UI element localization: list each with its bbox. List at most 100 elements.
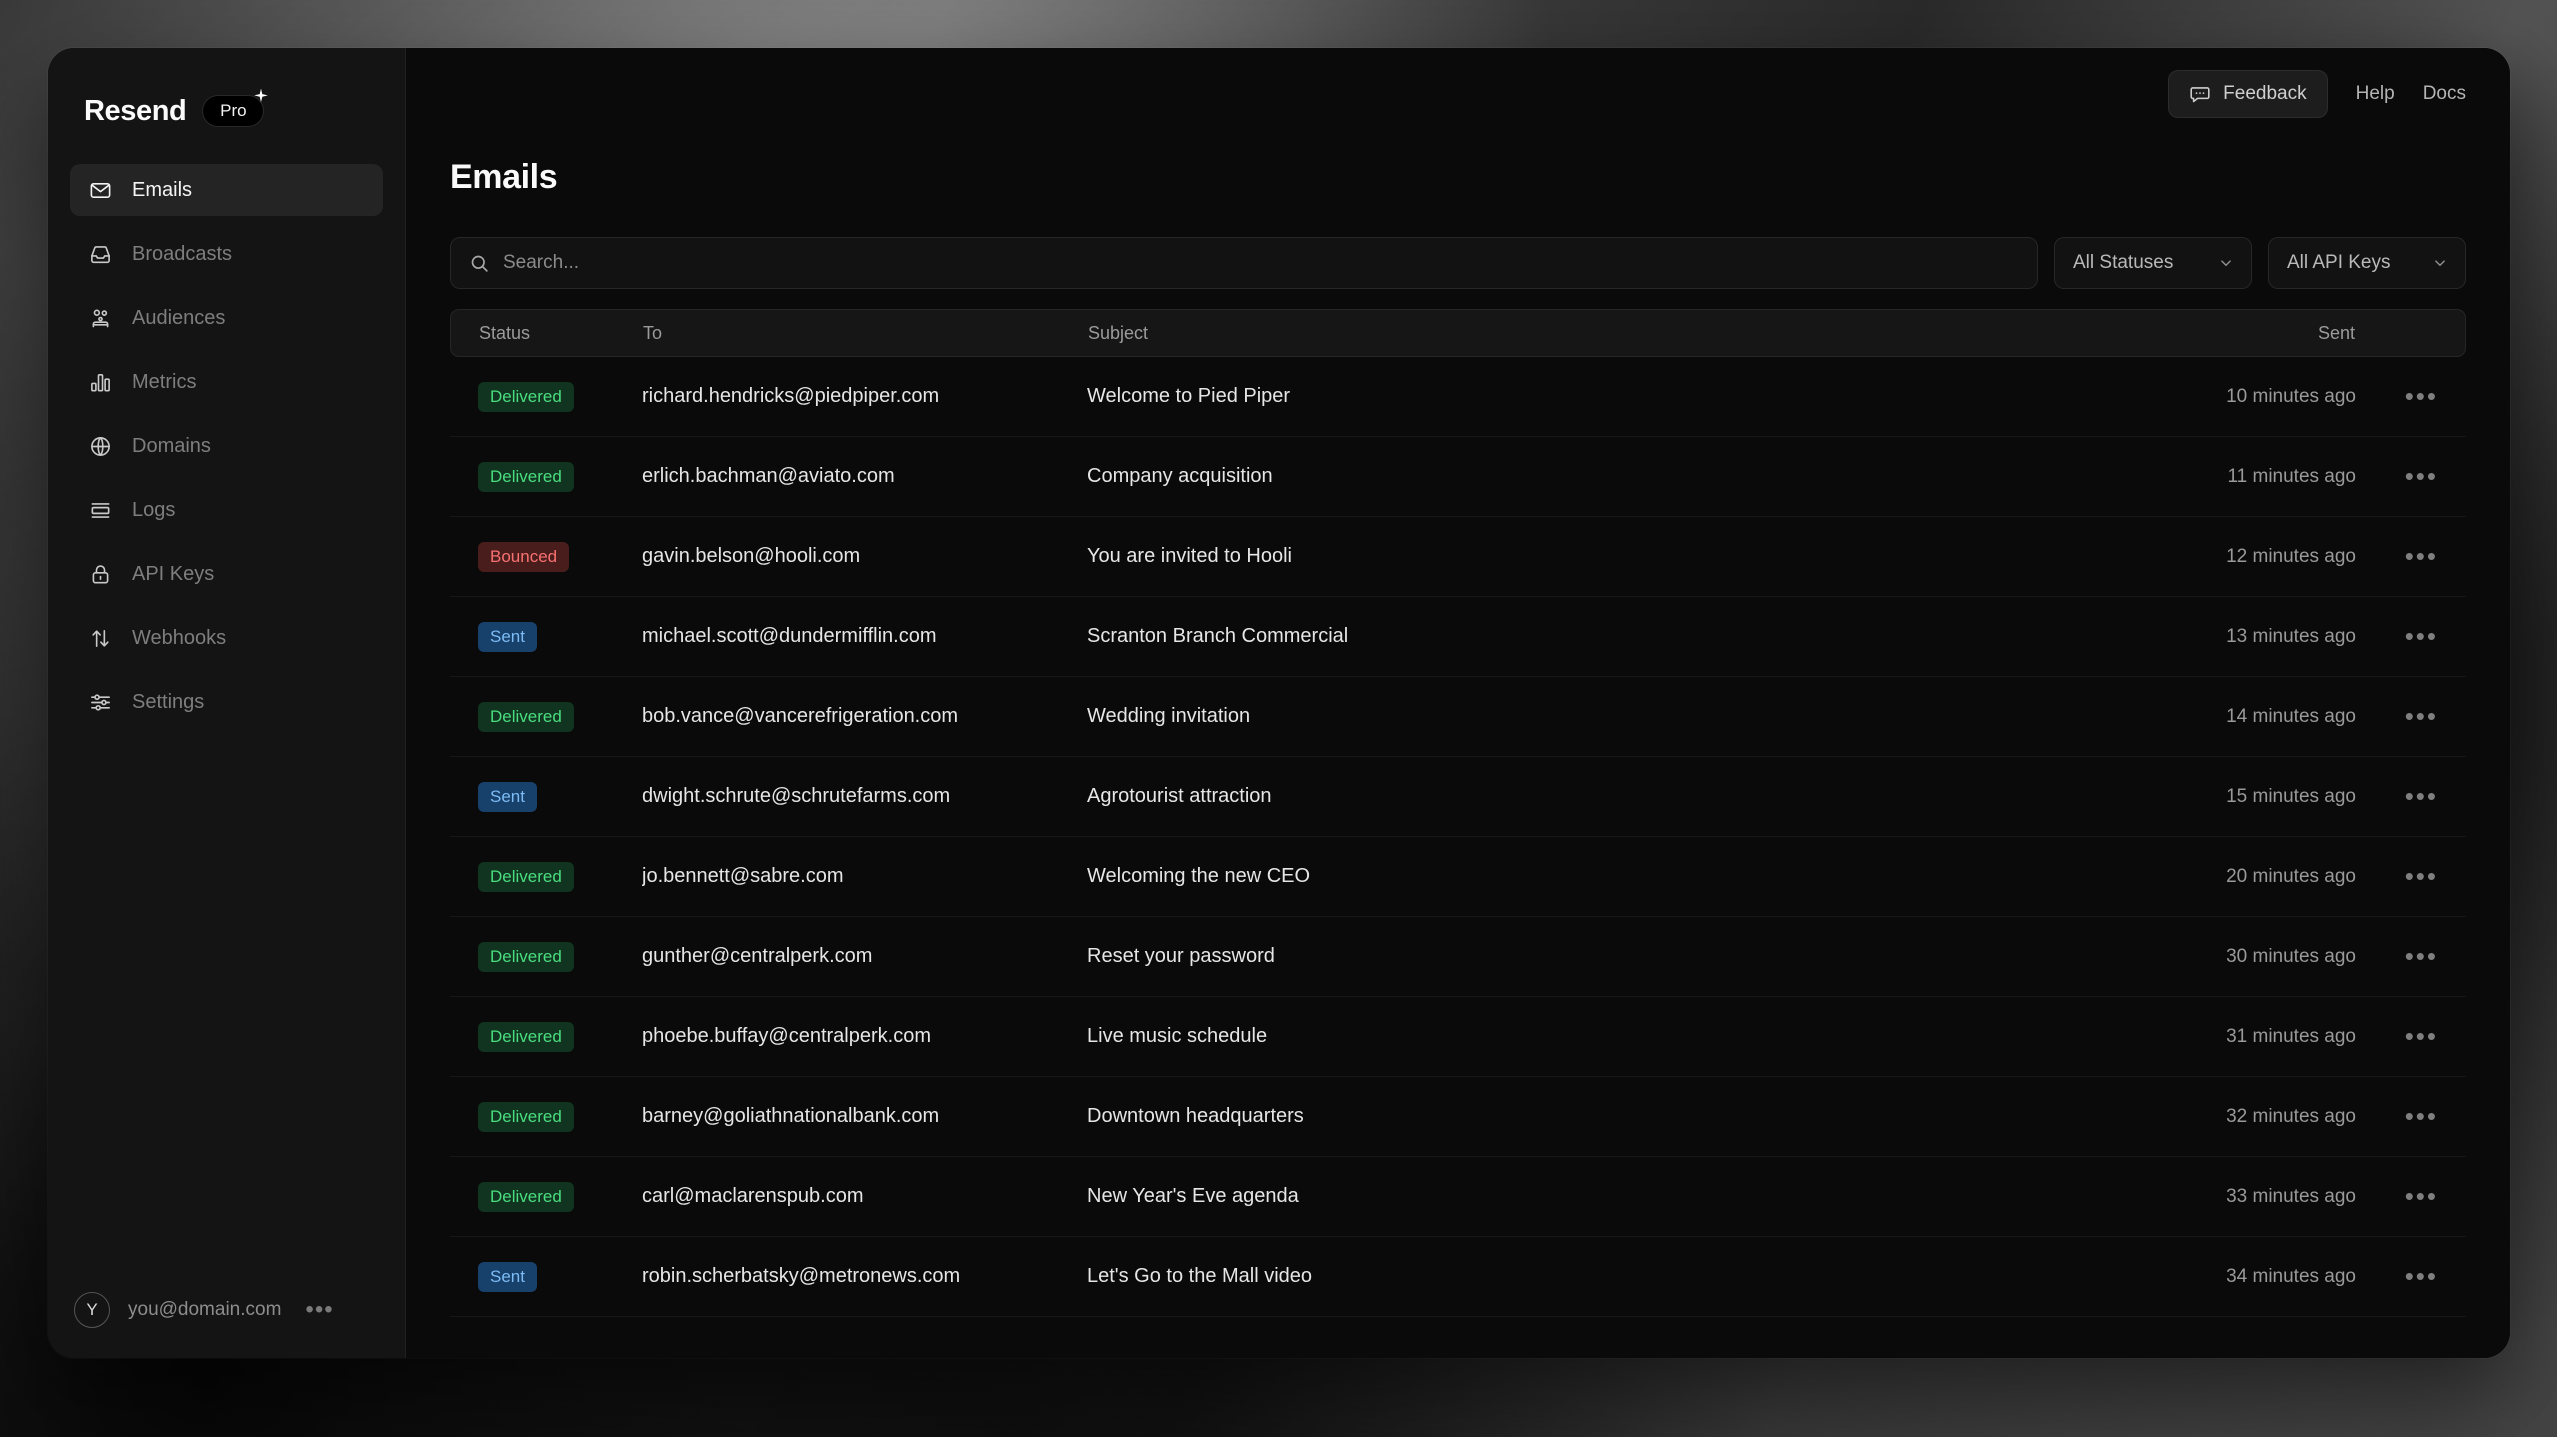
sidebar-item-label: Audiences bbox=[132, 307, 225, 330]
lock-icon bbox=[88, 562, 112, 586]
sent-time-cell: 13 minutes ago bbox=[2156, 626, 2356, 648]
status-badge: Delivered bbox=[478, 462, 574, 492]
feedback-label: Feedback bbox=[2223, 83, 2306, 105]
table-row[interactable]: Deliveredgunther@centralperk.comReset yo… bbox=[450, 917, 2466, 997]
sidebar-item-label: Domains bbox=[132, 435, 211, 458]
brand-name: Resend bbox=[84, 95, 186, 128]
row-more-menu-icon[interactable]: ••• bbox=[2356, 951, 2438, 963]
table-row[interactable]: Sentrobin.scherbatsky@metronews.comLet's… bbox=[450, 1237, 2466, 1317]
docs-link[interactable]: Docs bbox=[2423, 83, 2466, 105]
chat-bubble-icon bbox=[2189, 83, 2211, 105]
sidebar-item-webhooks[interactable]: Webhooks bbox=[70, 612, 383, 664]
avatar: Y bbox=[74, 1292, 110, 1328]
row-more-menu-icon[interactable]: ••• bbox=[2356, 1111, 2438, 1123]
status-cell: Delivered bbox=[478, 702, 642, 732]
sidebar-item-emails[interactable]: Emails bbox=[70, 164, 383, 216]
search-field[interactable] bbox=[450, 237, 2038, 289]
table-row[interactable]: Deliveredbarney@goliathnationalbank.comD… bbox=[450, 1077, 2466, 1157]
globe-icon bbox=[88, 434, 112, 458]
subject-cell: New Year's Eve agenda bbox=[1087, 1185, 2156, 1208]
api-key-filter-select[interactable]: All API Keys bbox=[2268, 237, 2466, 289]
row-more-menu-icon[interactable]: ••• bbox=[2356, 631, 2438, 643]
column-header-status: Status bbox=[479, 323, 643, 344]
feedback-button[interactable]: Feedback bbox=[2168, 70, 2327, 118]
status-badge: Delivered bbox=[478, 1022, 574, 1052]
subject-cell: Live music schedule bbox=[1087, 1025, 2156, 1048]
sidebar: Resend Pro Emails Broadcasts bbox=[48, 48, 406, 1358]
row-more-menu-icon[interactable]: ••• bbox=[2356, 551, 2438, 563]
sidebar-item-api-keys[interactable]: API Keys bbox=[70, 548, 383, 600]
status-filter-select[interactable]: All Statuses bbox=[2054, 237, 2252, 289]
recipient-cell: richard.hendricks@piedpiper.com bbox=[642, 385, 1087, 408]
sent-time-cell: 34 minutes ago bbox=[2156, 1266, 2356, 1288]
sidebar-item-domains[interactable]: Domains bbox=[70, 420, 383, 472]
sidebar-item-settings[interactable]: Settings bbox=[70, 676, 383, 728]
sidebar-item-label: Broadcasts bbox=[132, 243, 232, 266]
recipient-cell: dwight.schrute@schrutefarms.com bbox=[642, 785, 1087, 808]
main-area: Feedback Help Docs Emails All Statuses A… bbox=[406, 48, 2510, 1358]
sidebar-footer[interactable]: Y you@domain.com ••• bbox=[48, 1292, 405, 1358]
table-row[interactable]: Deliveredcarl@maclarenspub.comNew Year's… bbox=[450, 1157, 2466, 1237]
row-more-menu-icon[interactable]: ••• bbox=[2356, 391, 2438, 403]
sidebar-item-logs[interactable]: Logs bbox=[70, 484, 383, 536]
recipient-cell: bob.vance@vancerefrigeration.com bbox=[642, 705, 1087, 728]
status-badge: Sent bbox=[478, 782, 537, 812]
status-cell: Bounced bbox=[478, 542, 642, 572]
recipient-cell: michael.scott@dundermifflin.com bbox=[642, 625, 1087, 648]
table-row[interactable]: Bounced gavin.belson@hooli.comYou are inv… bbox=[450, 517, 2466, 597]
subject-cell: Welcome to Pied Piper bbox=[1087, 385, 2156, 408]
row-more-menu-icon[interactable]: ••• bbox=[2356, 711, 2438, 723]
status-badge: Delivered bbox=[478, 382, 574, 412]
row-more-menu-icon[interactable]: ••• bbox=[2356, 471, 2438, 483]
table-row[interactable]: Delivered richard.hendricks@piedpiper.com… bbox=[450, 357, 2466, 437]
plan-badge-wrapper[interactable]: Pro bbox=[202, 95, 264, 127]
status-cell: Delivered bbox=[478, 862, 642, 892]
sliders-icon bbox=[88, 690, 112, 714]
subject-cell: Welcoming the new CEO bbox=[1087, 865, 2156, 888]
sidebar-item-broadcasts[interactable]: Broadcasts bbox=[70, 228, 383, 280]
recipient-cell: gavin.belson@hooli.com bbox=[642, 545, 1087, 568]
sidebar-item-label: Settings bbox=[132, 691, 204, 714]
recipient-cell: robin.scherbatsky@metronews.com bbox=[642, 1265, 1087, 1288]
row-more-menu-icon[interactable]: ••• bbox=[2356, 1191, 2438, 1203]
status-filter-label: All Statuses bbox=[2073, 252, 2173, 274]
row-more-menu-icon[interactable]: ••• bbox=[2356, 791, 2438, 803]
recipient-cell: carl@maclarenspub.com bbox=[642, 1185, 1087, 1208]
subject-cell: Wedding invitation bbox=[1087, 705, 2156, 728]
table-row[interactable]: Sentmichael.scott@dundermifflin.comScran… bbox=[450, 597, 2466, 677]
sidebar-item-label: Webhooks bbox=[132, 627, 226, 650]
sent-time-cell: 33 minutes ago bbox=[2156, 1186, 2356, 1208]
sidebar-item-audiences[interactable]: Audiences bbox=[70, 292, 383, 344]
bar-chart-icon bbox=[88, 370, 112, 394]
status-cell: Delivered bbox=[478, 942, 642, 972]
column-header-subject: Subject bbox=[1088, 323, 2155, 344]
row-more-menu-icon[interactable]: ••• bbox=[2356, 871, 2438, 883]
sent-time-cell: 15 minutes ago bbox=[2156, 786, 2356, 808]
search-input[interactable] bbox=[503, 252, 2019, 274]
recipient-cell: jo.bennett@sabre.com bbox=[642, 865, 1087, 888]
sent-time-cell: 31 minutes ago bbox=[2156, 1026, 2356, 1048]
status-badge: Bounced bbox=[478, 542, 569, 572]
arrows-updown-icon bbox=[88, 626, 112, 650]
status-cell: Delivered bbox=[478, 1102, 642, 1132]
help-link[interactable]: Help bbox=[2356, 83, 2395, 105]
row-more-menu-icon[interactable]: ••• bbox=[2356, 1271, 2438, 1283]
topbar: Feedback Help Docs bbox=[406, 48, 2510, 140]
table-header: Status To Subject Sent bbox=[450, 309, 2466, 357]
table-row[interactable]: Deliveredjo.bennett@sabre.comWelcoming t… bbox=[450, 837, 2466, 917]
recipient-cell: barney@goliathnationalbank.com bbox=[642, 1105, 1087, 1128]
table-row[interactable]: Deliverederlich.bachman@aviato.comCompan… bbox=[450, 437, 2466, 517]
sidebar-item-metrics[interactable]: Metrics bbox=[70, 356, 383, 408]
status-cell: Delivered bbox=[478, 1022, 642, 1052]
row-more-menu-icon[interactable]: ••• bbox=[2356, 1031, 2438, 1043]
list-lines-icon bbox=[88, 498, 112, 522]
user-menu-icon[interactable]: ••• bbox=[305, 1304, 333, 1316]
status-cell: Sent bbox=[478, 1262, 642, 1292]
table-row[interactable]: Delivered bob.vance@vancerefrigeration.co… bbox=[450, 677, 2466, 757]
table-row[interactable]: Deliveredphoebe.buffay@centralperk.comLi… bbox=[450, 997, 2466, 1077]
table-row[interactable]: Sentdwight.schrute@schrutefarms.comAgrot… bbox=[450, 757, 2466, 837]
sparkle-icon bbox=[253, 88, 269, 104]
page-title: Emails bbox=[450, 158, 2466, 197]
status-badge: Delivered bbox=[478, 702, 574, 732]
subject-cell: You are invited to Hooli bbox=[1087, 545, 2156, 568]
